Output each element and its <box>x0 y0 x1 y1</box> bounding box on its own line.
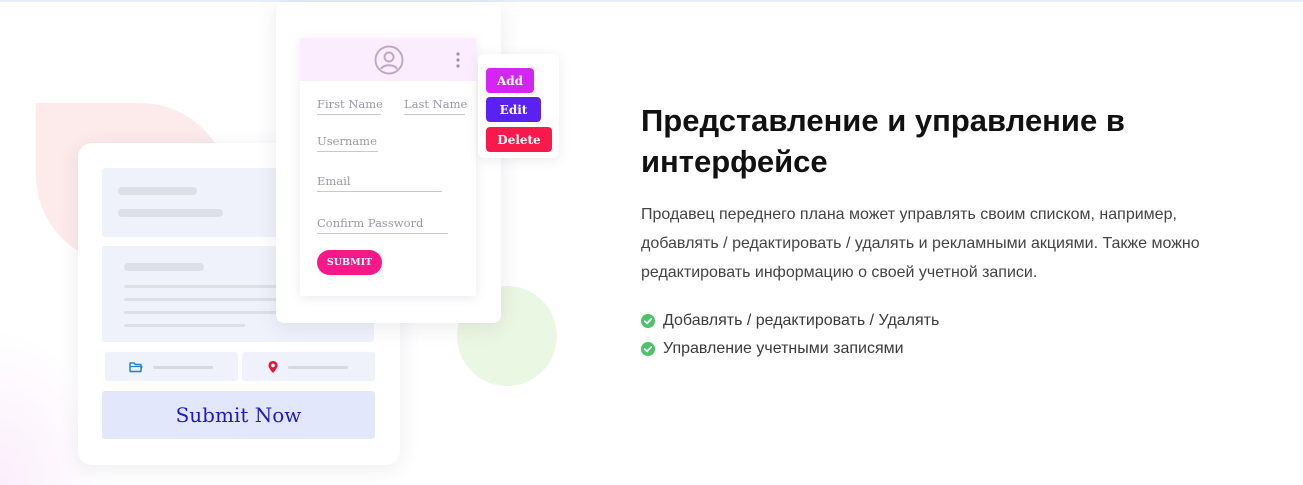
placeholder-line <box>124 324 245 327</box>
section-title: Представление и управление в интерфейсе <box>641 103 1125 179</box>
folder-icon <box>129 362 143 373</box>
feature-item: Добавлять / редактировать / Удалять <box>641 312 939 330</box>
first-name-field[interactable]: First Name <box>317 97 383 115</box>
placeholder-line <box>153 366 213 369</box>
placeholder-bar <box>118 209 223 217</box>
placeholder-line <box>288 366 348 369</box>
feature-label: Управление учетными записями <box>663 340 904 357</box>
submit-now-button[interactable]: Submit Now <box>102 391 375 439</box>
user-avatar-icon <box>374 45 404 75</box>
check-circle-icon <box>641 342 655 356</box>
confirm-password-field[interactable]: Confirm Password <box>317 216 448 234</box>
feature-label: Добавлять / редактировать / Удалять <box>663 312 940 329</box>
edit-button[interactable]: Edit <box>486 97 541 122</box>
form-header <box>300 38 476 81</box>
username-field[interactable]: Username <box>317 134 378 152</box>
signup-form-card: First Name Last Name Username Email Conf… <box>300 38 476 296</box>
section-description: Продавец переднего плана может управлять… <box>641 206 1200 281</box>
placeholder-bar <box>124 263 204 271</box>
placeholder-line <box>124 298 284 301</box>
placeholder-line <box>124 285 284 288</box>
placeholder-bar <box>118 187 197 195</box>
actions-menu: Add Edit Delete <box>478 54 559 158</box>
location-field[interactable] <box>242 352 375 381</box>
top-divider <box>0 0 1303 2</box>
last-name-field[interactable]: Last Name <box>404 97 467 115</box>
folder-field[interactable] <box>105 352 238 381</box>
placeholder-line <box>124 311 284 314</box>
email-field[interactable]: Email <box>317 174 442 192</box>
feature-item: Управление учетными записями <box>641 340 904 358</box>
delete-button[interactable]: Delete <box>486 127 552 152</box>
kebab-menu-icon[interactable] <box>456 52 460 68</box>
submit-button[interactable]: SUBMIT <box>317 250 382 275</box>
check-circle-icon <box>641 314 655 328</box>
add-button[interactable]: Add <box>486 68 534 93</box>
location-pin-icon <box>268 361 278 373</box>
